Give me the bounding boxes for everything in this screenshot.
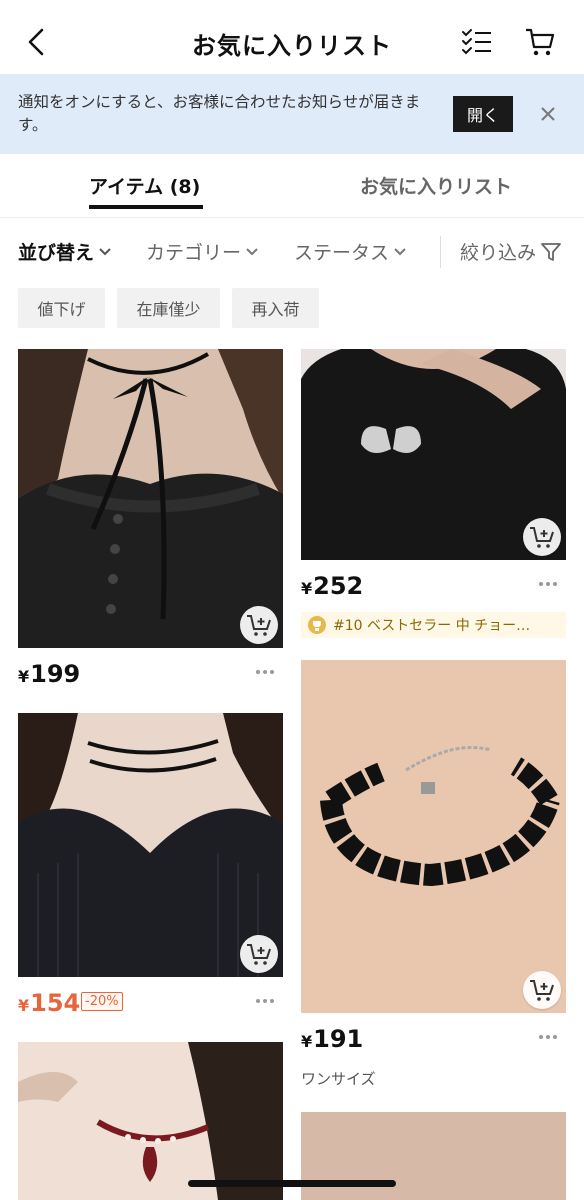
notification-text: 通知をオンにすると、お客様に合わせたお知らせが届きます。	[18, 93, 421, 134]
trophy-icon	[308, 616, 326, 634]
chip-restock[interactable]: 再入荷	[232, 288, 319, 328]
back-button[interactable]	[18, 24, 54, 60]
add-to-cart-icon	[247, 944, 271, 965]
more-icon	[256, 999, 274, 1003]
currency-symbol: ¥	[301, 1032, 313, 1051]
more-options-button[interactable]	[535, 574, 561, 594]
filter-funnel-icon	[541, 242, 561, 261]
product-image[interactable]	[301, 660, 566, 1013]
category-dropdown[interactable]: カテゴリー	[146, 238, 258, 265]
currency-symbol: ¥	[18, 667, 30, 686]
refine-button[interactable]: 絞り込み	[460, 238, 561, 265]
chevron-down-icon	[246, 247, 258, 255]
page-title: お気に入りリスト	[192, 32, 392, 60]
status-label: ステータス	[294, 242, 390, 264]
sort-label: 並び替え	[18, 242, 95, 264]
open-notifications-button[interactable]: 開く	[453, 96, 513, 132]
chip-low-stock[interactable]: 在庫僅少	[117, 288, 220, 328]
more-icon	[539, 582, 557, 586]
add-to-cart-icon	[530, 980, 554, 1001]
filter-row: 並び替え カテゴリー ステータス 絞り込み	[0, 230, 584, 274]
more-options-button[interactable]	[252, 991, 278, 1011]
product-photo	[18, 713, 283, 977]
cart-button[interactable]	[520, 24, 560, 60]
chevron-down-icon	[99, 247, 111, 255]
cart-icon	[526, 28, 555, 56]
tab-favorites-list[interactable]: お気に入りリスト	[360, 172, 512, 199]
product-price: ¥199	[18, 660, 80, 688]
add-to-cart-button[interactable]	[240, 935, 278, 973]
add-to-cart-icon	[247, 615, 271, 636]
category-label: カテゴリー	[146, 242, 242, 264]
home-indicator	[188, 1180, 396, 1187]
product-price: ¥191	[301, 1025, 363, 1053]
tab-items[interactable]: アイテム (8)	[89, 172, 200, 199]
currency-symbol: ¥	[301, 579, 313, 598]
currency-symbol: ¥	[18, 996, 30, 1015]
product-image[interactable]	[18, 349, 283, 648]
add-to-cart-button[interactable]	[523, 518, 561, 556]
chevron-left-icon	[28, 28, 44, 56]
bestseller-text: #10 ベストセラー 中 チョー…	[333, 618, 531, 634]
more-options-button[interactable]	[535, 1027, 561, 1047]
product-photo	[18, 1042, 283, 1200]
product-sale-price: ¥154	[18, 989, 80, 1017]
add-to-cart-button[interactable]	[240, 606, 278, 644]
product-image[interactable]	[18, 1042, 283, 1200]
more-options-button[interactable]	[252, 662, 278, 682]
more-icon	[256, 670, 274, 674]
add-to-cart-button[interactable]	[523, 971, 561, 1009]
checklist-button[interactable]	[458, 24, 496, 60]
active-tab-indicator	[89, 205, 203, 209]
checklist-icon	[462, 29, 491, 55]
size-label: ワンサイズ	[301, 1070, 376, 1088]
top-bar: お気に入りリスト	[0, 0, 584, 76]
price-value: 154	[30, 989, 81, 1017]
discount-badge: -20%	[81, 992, 123, 1011]
product-photo	[301, 660, 566, 1013]
more-icon	[539, 1035, 557, 1039]
bestseller-badge[interactable]: #10 ベストセラー 中 チョー…	[301, 612, 566, 638]
chip-price-drop[interactable]: 値下げ	[18, 288, 105, 328]
close-banner-button[interactable]	[534, 98, 562, 130]
refine-label: 絞り込み	[460, 242, 537, 264]
divider	[440, 236, 441, 268]
product-photo	[18, 349, 283, 648]
price-value: 199	[30, 660, 81, 688]
price-value: 252	[313, 572, 364, 600]
sort-dropdown[interactable]: 並び替え	[18, 238, 111, 265]
product-price: ¥252	[301, 572, 363, 600]
add-to-cart-icon	[530, 527, 554, 548]
notification-banner: 通知をオンにすると、お客様に合わせたお知らせが届きます。 開く	[0, 74, 584, 154]
status-dropdown[interactable]: ステータス	[294, 238, 406, 265]
tab-bar: アイテム (8) お気に入りリスト	[0, 154, 584, 218]
price-value: 191	[313, 1025, 364, 1053]
product-image[interactable]	[18, 713, 283, 977]
chevron-down-icon	[394, 247, 406, 255]
close-icon	[541, 107, 555, 121]
